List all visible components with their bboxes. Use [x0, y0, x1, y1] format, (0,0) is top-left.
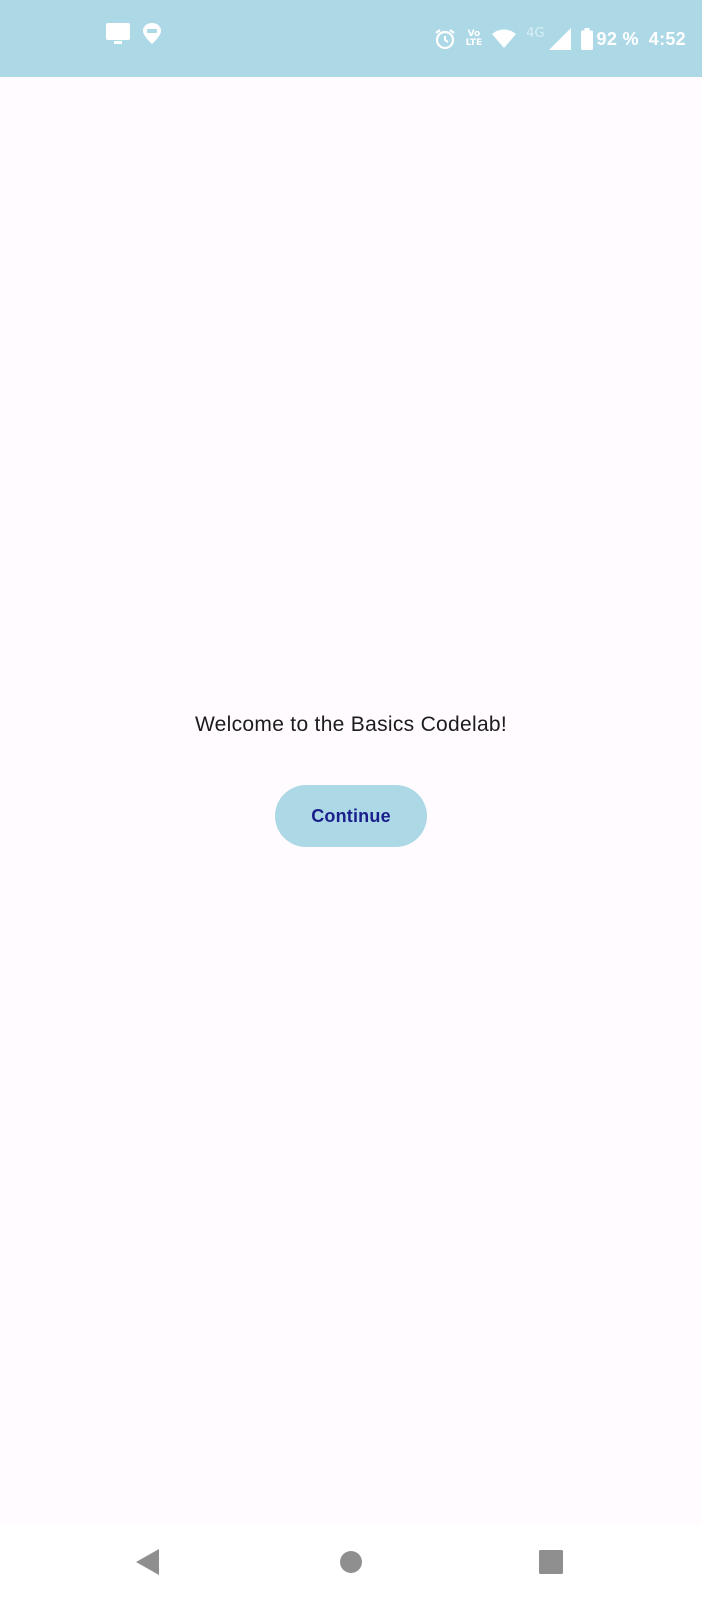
lte-label: LTE [465, 38, 483, 48]
status-icons: Vo LTE 4G 92 % 4:52 [434, 20, 686, 58]
status-bar: Vo LTE 4G 92 % 4:52 [0, 0, 702, 77]
navigation-bar [0, 1525, 702, 1600]
recents-icon [539, 1550, 563, 1578]
wifi-icon [492, 29, 517, 49]
back-icon [135, 1548, 161, 1580]
volte-icon: Vo LTE [466, 30, 483, 48]
recents-button[interactable] [534, 1547, 568, 1581]
back-button[interactable] [131, 1547, 165, 1581]
location-chat-icon [142, 22, 162, 50]
battery-percent: 92 % [596, 28, 639, 49]
network-4g-icon: 4G [526, 25, 545, 41]
welcome-text: Welcome to the Basics Codelab! [194, 713, 508, 736]
continue-button[interactable]: Continue [275, 785, 427, 847]
alarm-icon [434, 28, 456, 50]
home-icon [339, 1550, 363, 1578]
battery-icon [580, 28, 593, 50]
monitor-icon [106, 22, 130, 50]
clock: 4:52 [648, 28, 686, 49]
home-button[interactable] [334, 1547, 368, 1581]
signal-icon [548, 28, 571, 50]
